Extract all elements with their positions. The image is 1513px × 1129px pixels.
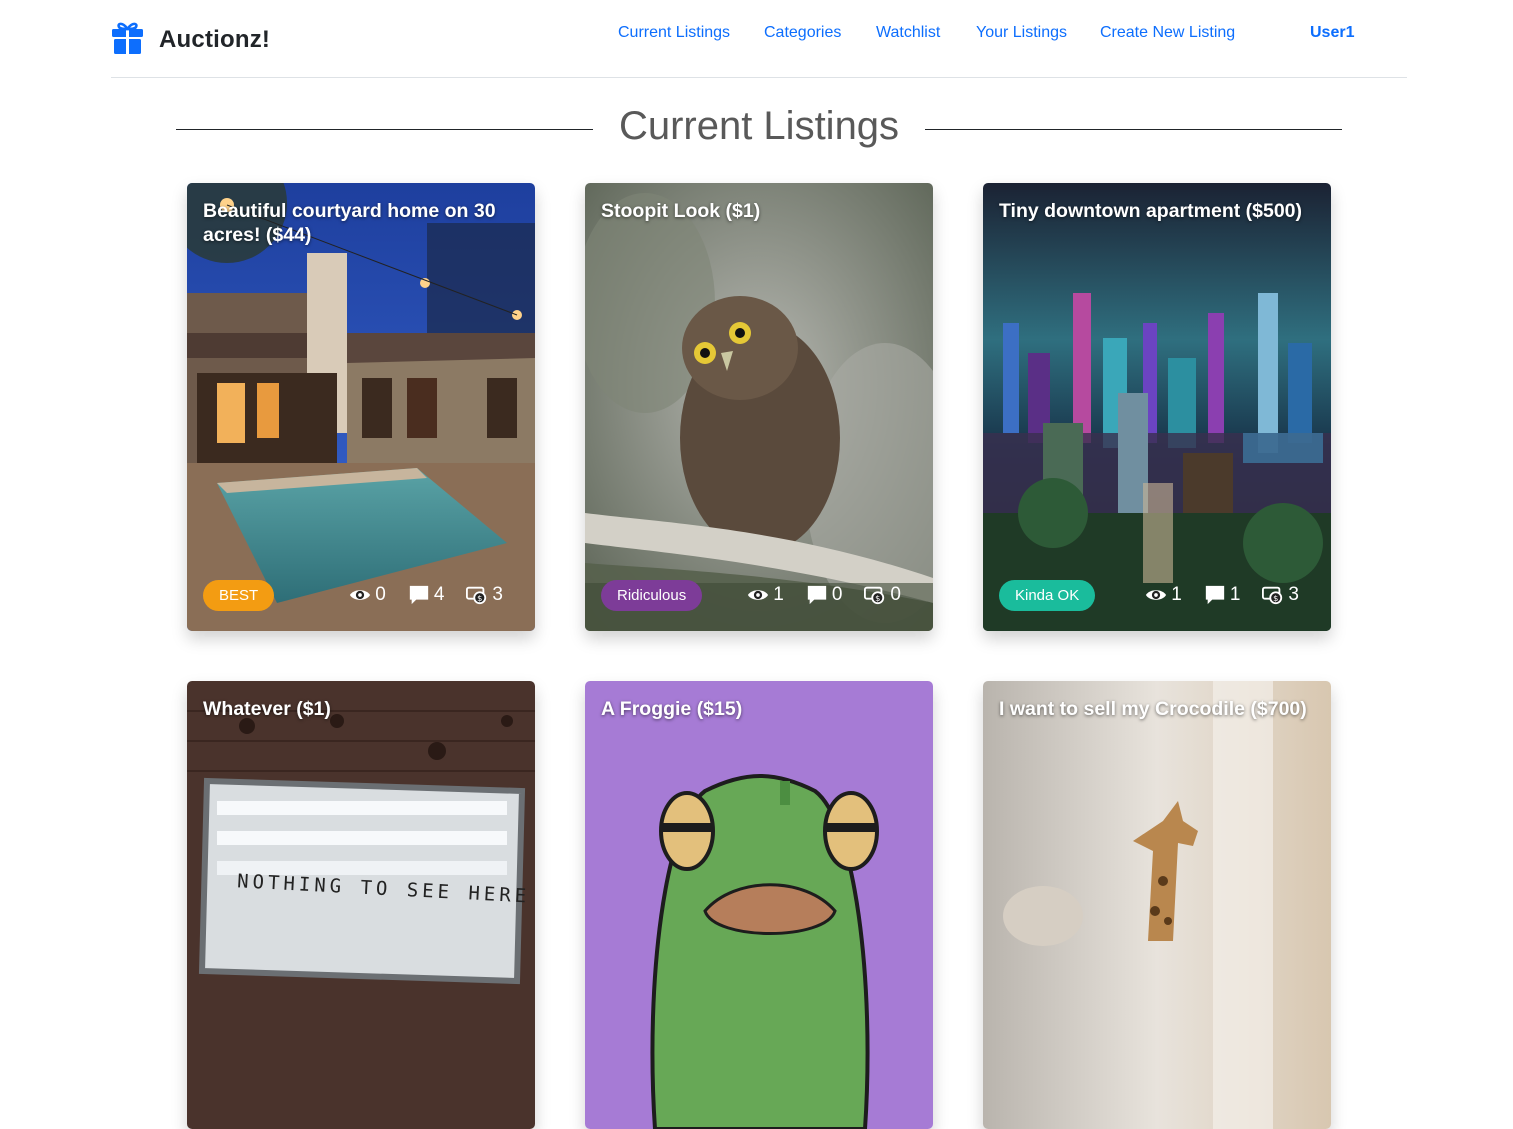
listing-image: [983, 681, 1331, 1129]
bids-stat: $ 0: [864, 584, 901, 606]
listing-title[interactable]: A Froggie ($15): [601, 697, 917, 721]
listing-image: [585, 183, 933, 631]
gift-icon: [111, 20, 144, 59]
views-count: 0: [375, 584, 386, 605]
listing-title[interactable]: Whatever ($1): [203, 697, 519, 721]
user-menu[interactable]: User1: [1310, 24, 1354, 42]
comment-icon: [807, 585, 827, 605]
listing-title[interactable]: Stoopit Look ($1): [601, 199, 917, 223]
svg-text:$: $: [1274, 593, 1279, 603]
svg-text:$: $: [478, 593, 483, 603]
views-stat: 1: [1145, 584, 1182, 606]
navbar: Auctionz! Current Listings Categories Wa…: [111, 0, 1407, 78]
nav-categories[interactable]: Categories: [764, 24, 841, 42]
listing-image: [983, 183, 1331, 631]
comments-stat: 1: [1204, 584, 1241, 606]
comments-count: 0: [831, 584, 843, 605]
listing-card[interactable]: A Froggie ($15): [585, 681, 933, 1129]
views-stat: 0: [349, 584, 386, 606]
category-badge[interactable]: BEST: [203, 580, 275, 611]
nav-your-listings[interactable]: Your Listings: [976, 24, 1067, 42]
comment-icon: [1205, 585, 1225, 605]
eye-icon: [350, 590, 371, 600]
views-count: 1: [773, 584, 784, 605]
bids-count: 3: [1288, 584, 1299, 605]
listing-card[interactable]: Tiny downtown apartment ($500) Kinda OK …: [983, 183, 1331, 631]
listing-image: [187, 183, 535, 631]
nav-create-new-listing[interactable]: Create New Listing: [1100, 24, 1235, 42]
bids-count: 3: [492, 584, 503, 605]
listing-title[interactable]: I want to sell my Crocodile ($700): [999, 697, 1315, 721]
eye-icon: [748, 590, 769, 600]
listing-image: [585, 681, 933, 1129]
listing-card[interactable]: NOTHING TO SEE HERE Whatever ($1): [187, 681, 535, 1129]
bids-count: 0: [890, 584, 901, 605]
money-icon: $: [466, 586, 487, 605]
brand-name: Auctionz!: [159, 25, 271, 53]
listing-card[interactable]: Stoopit Look ($1) Ridiculous 1 0 $ 0: [585, 183, 933, 631]
listing-card[interactable]: Beautiful courtyard home on 30 acres! ($…: [187, 183, 535, 631]
svg-text:$: $: [876, 593, 881, 603]
page-title: Current Listings: [618, 104, 900, 148]
listing-title[interactable]: Tiny downtown apartment ($500): [999, 199, 1315, 223]
nav-watchlist[interactable]: Watchlist: [876, 24, 940, 42]
comments-count: 1: [1229, 584, 1241, 605]
nav-current-listings[interactable]: Current Listings: [618, 24, 730, 42]
bids-stat: $ 3: [1262, 584, 1299, 606]
listing-card[interactable]: I want to sell my Crocodile ($700): [983, 681, 1331, 1129]
category-badge[interactable]: Kinda OK: [999, 580, 1096, 611]
money-icon: $: [1262, 586, 1283, 605]
comments-count: 4: [433, 584, 445, 605]
bids-stat: $ 3: [466, 584, 503, 606]
eye-icon: [1146, 590, 1167, 600]
listing-stats: 1 1 $ 3: [1123, 584, 1299, 606]
views-stat: 1: [747, 584, 784, 606]
category-badge[interactable]: Ridiculous: [601, 580, 703, 611]
comments-stat: 0: [806, 584, 843, 606]
listing-title[interactable]: Beautiful courtyard home on 30 acres! ($…: [203, 199, 519, 247]
listing-stats: 1 0 $ 0: [725, 584, 901, 606]
title-divider-left: [176, 129, 593, 130]
comment-icon: [409, 585, 429, 605]
comments-stat: 4: [408, 584, 445, 606]
listing-stats: 0 4 $ 3: [327, 584, 503, 606]
views-count: 1: [1171, 584, 1182, 605]
money-icon: $: [864, 586, 885, 605]
title-divider-right: [925, 129, 1342, 130]
brand[interactable]: Auctionz!: [111, 20, 270, 59]
